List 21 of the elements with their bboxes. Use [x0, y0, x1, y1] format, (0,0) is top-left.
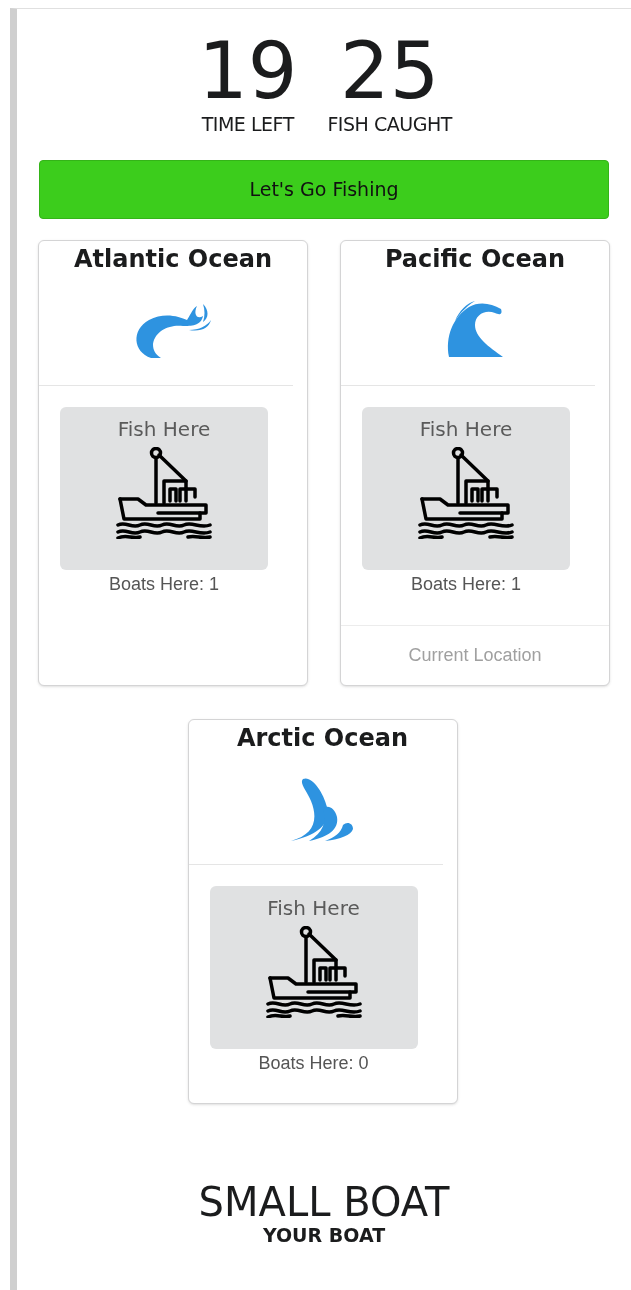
go-fishing-button[interactable]: Let's Go Fishing — [39, 160, 609, 219]
current-location-label: Current Location — [408, 644, 542, 667]
ocean-title: Arctic Ocean — [235, 723, 410, 754]
boats-count: Boats Here: 1 — [410, 573, 522, 596]
boats-count: Boats Here: 0 — [258, 1052, 369, 1075]
ocean-wave-icon — [445, 301, 505, 359]
fish-here-button[interactable]: Fish Here — [362, 407, 570, 570]
ocean-title: Atlantic Ocean — [73, 244, 273, 275]
boat-caption: YOUR BOAT — [262, 1224, 386, 1246]
fish-here-button[interactable]: Fish Here — [60, 407, 268, 570]
boat-name: SMALL BOAT — [198, 1180, 450, 1224]
fish-here-button[interactable]: Fish Here — [209, 886, 418, 1049]
ocean-title: Pacific Ocean — [383, 244, 567, 275]
fishing-boat-icon — [265, 926, 362, 1018]
stat-value: 19 — [198, 31, 298, 111]
stat-label: FISH CAUGHT — [327, 112, 452, 137]
stat-label: TIME LEFT — [201, 112, 294, 137]
fishing-boat-icon — [418, 447, 514, 539]
fishing-boat-icon — [116, 447, 212, 539]
stat-value: 25 — [340, 31, 440, 111]
boats-count: Boats Here: 1 — [108, 573, 220, 596]
